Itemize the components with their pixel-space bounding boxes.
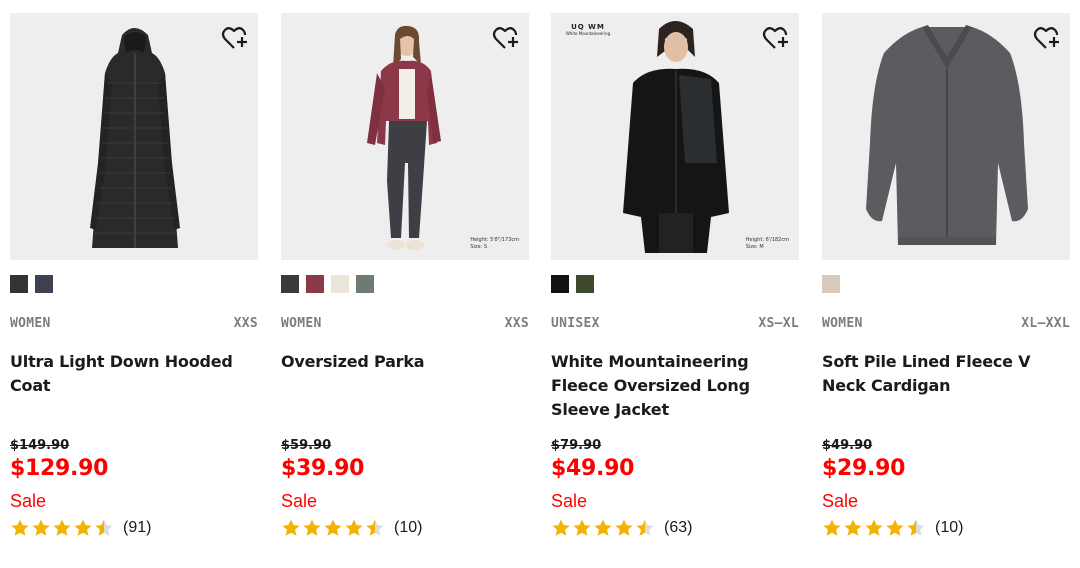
product-card[interactable]: WOMEN XL–XXL Soft Pile Lined Fleece V Ne…	[822, 13, 1070, 553]
product-meta: WOMEN XL–XXL	[822, 316, 1070, 332]
star-rating	[551, 518, 656, 538]
star-full-icon	[844, 519, 862, 536]
star-full-icon	[552, 519, 570, 536]
model-info: Height: 6'/182cm Size: M	[746, 237, 789, 251]
product-image[interactable]: Height: 5'8"/173cm Size: S	[281, 13, 529, 260]
review-count: (91)	[123, 519, 152, 536]
star-full-icon	[32, 519, 50, 536]
star-full-icon	[53, 519, 71, 536]
rating[interactable]: (10)	[281, 516, 422, 540]
sale-label: Sale	[551, 491, 588, 511]
star-full-icon	[573, 519, 591, 536]
product-image[interactable]	[822, 13, 1070, 260]
gender-label: WOMEN	[281, 316, 322, 331]
size-range: XXS	[233, 316, 258, 331]
gender-label: UNISEX	[551, 316, 600, 331]
product-grid: WOMEN XXS Ultra Light Down Hooded Coat $…	[0, 0, 1080, 568]
product-meta: UNISEX XS–XL	[551, 316, 799, 332]
review-count: (63)	[664, 519, 693, 536]
star-full-icon	[823, 519, 841, 536]
sale-price: $129.90	[10, 456, 109, 481]
model-height: Height: 6'/182cm	[745, 237, 789, 243]
add-to-wishlist-heart-icon[interactable]	[761, 23, 791, 53]
model-height: Height: 5'8"/173cm	[470, 237, 519, 243]
color-swatches	[281, 275, 374, 293]
size-range: XXS	[504, 316, 529, 331]
original-price: $59.90	[281, 438, 332, 453]
star-rating	[10, 518, 115, 538]
star-half-icon	[907, 519, 925, 536]
product-title[interactable]: White Mountaineering Fleece Oversized Lo…	[551, 350, 799, 422]
product-title[interactable]: Soft Pile Lined Fleece V Neck Cardigan	[822, 350, 1070, 398]
star-full-icon	[74, 519, 92, 536]
star-full-icon	[303, 519, 321, 536]
model-size: Size: M	[745, 244, 764, 250]
star-half-icon	[366, 519, 384, 536]
collab-logo: UQ WM	[571, 23, 605, 31]
product-image[interactable]	[10, 13, 258, 260]
color-swatches	[10, 275, 53, 293]
color-swatch[interactable]	[281, 275, 299, 293]
product-title[interactable]: Ultra Light Down Hooded Coat	[10, 350, 258, 398]
sale-label: Sale	[281, 491, 318, 511]
brand-collab-badge: UQ WM White Mountaineering	[561, 23, 615, 37]
gender-label: WOMEN	[10, 316, 51, 331]
product-image[interactable]: UQ WM White Mountaineering Height: 6'/18…	[551, 13, 799, 260]
product-card[interactable]: Height: 5'8"/173cm Size: S WOMEN XXS Ove…	[281, 13, 529, 553]
star-full-icon	[11, 519, 29, 536]
star-full-icon	[886, 519, 904, 536]
product-title[interactable]: Oversized Parka	[281, 350, 529, 374]
star-full-icon	[282, 519, 300, 536]
sale-price: $39.90	[281, 456, 365, 481]
size-range: XL–XXL	[1021, 316, 1070, 331]
color-swatch[interactable]	[306, 275, 324, 293]
star-half-icon	[95, 519, 113, 536]
product-card[interactable]: WOMEN XXS Ultra Light Down Hooded Coat $…	[10, 13, 258, 553]
color-swatch[interactable]	[576, 275, 594, 293]
star-rating	[822, 518, 927, 538]
collab-name: White Mountaineering	[565, 31, 611, 36]
star-full-icon	[594, 519, 612, 536]
star-full-icon	[865, 519, 883, 536]
star-half-icon	[636, 519, 654, 536]
original-price: $49.90	[822, 438, 873, 453]
gender-label: WOMEN	[822, 316, 863, 331]
model-info: Height: 5'8"/173cm Size: S	[470, 237, 519, 251]
original-price: $79.90	[551, 438, 602, 453]
product-card[interactable]: UQ WM White Mountaineering Height: 6'/18…	[551, 13, 799, 553]
star-full-icon	[324, 519, 342, 536]
add-to-wishlist-heart-icon[interactable]	[1032, 23, 1062, 53]
sale-price: $29.90	[822, 456, 906, 481]
original-price: $149.90	[10, 438, 70, 453]
product-meta: WOMEN XXS	[281, 316, 529, 332]
star-full-icon	[615, 519, 633, 536]
color-swatch[interactable]	[822, 275, 840, 293]
model-size: Size: S	[470, 244, 488, 250]
color-swatches	[822, 275, 840, 293]
review-count: (10)	[935, 519, 964, 536]
rating[interactable]: (91)	[10, 516, 151, 540]
sale-label: Sale	[10, 491, 47, 511]
rating[interactable]: (10)	[822, 516, 963, 540]
color-swatch[interactable]	[35, 275, 53, 293]
rating[interactable]: (63)	[551, 516, 692, 540]
product-meta: WOMEN XXS	[10, 316, 258, 332]
add-to-wishlist-heart-icon[interactable]	[220, 23, 250, 53]
size-range: XS–XL	[758, 316, 799, 331]
star-rating	[281, 518, 386, 538]
sale-label: Sale	[822, 491, 859, 511]
color-swatch[interactable]	[551, 275, 569, 293]
color-swatch[interactable]	[10, 275, 28, 293]
star-full-icon	[345, 519, 363, 536]
sale-price: $49.90	[551, 456, 635, 481]
add-to-wishlist-heart-icon[interactable]	[491, 23, 521, 53]
color-swatches	[551, 275, 594, 293]
review-count: (10)	[394, 519, 423, 536]
color-swatch[interactable]	[356, 275, 374, 293]
color-swatch[interactable]	[331, 275, 349, 293]
